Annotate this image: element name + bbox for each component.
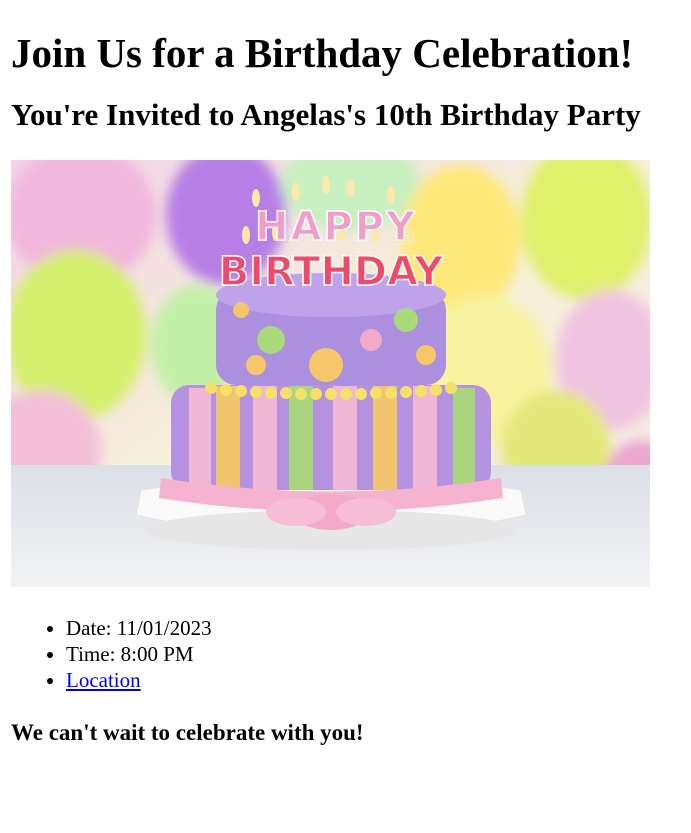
page-heading: Join Us for a Birthday Celebration! (11, 30, 634, 76)
list-item-date: Date: 11/01/2023 (66, 615, 680, 641)
birthday-cake-image: HAPPY BIRTHDAY (11, 160, 650, 587)
page-content: Join Us for a Birthday Celebration! You'… (0, 0, 691, 747)
party-details-list: Date: 11/01/2023 Time: 8:00 PM Location (11, 615, 680, 693)
location-link[interactable]: Location (66, 668, 141, 692)
invitation-subheading: You're Invited to Angelas's 10th Birthda… (11, 97, 641, 132)
closing-message: We can't wait to celebrate with you! (11, 720, 364, 745)
list-item-location: Location (66, 667, 680, 693)
candle-happy-text: HAPPY (255, 204, 417, 250)
candle-birthday-text: BIRTHDAY (219, 249, 444, 295)
list-item-time: Time: 8:00 PM (66, 641, 680, 667)
